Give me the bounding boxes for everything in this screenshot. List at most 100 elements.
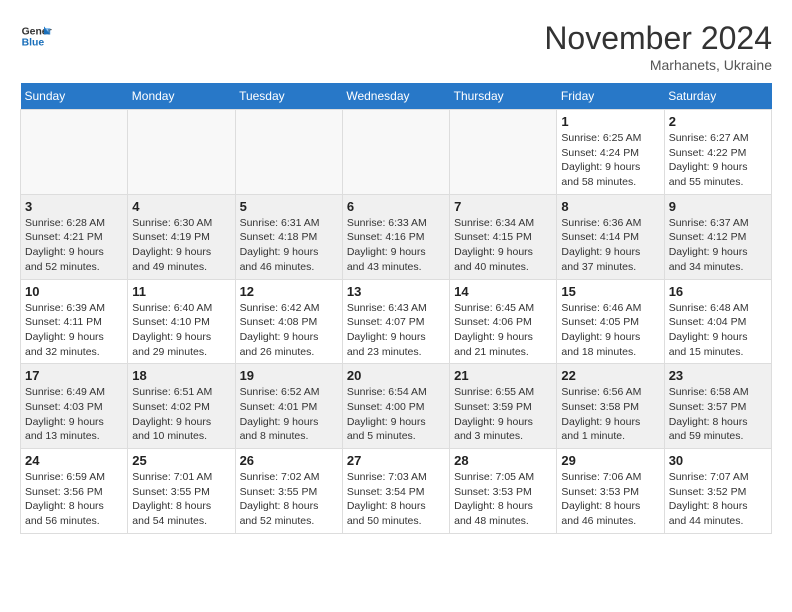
- col-header-friday: Friday: [557, 83, 664, 110]
- day-info: Sunrise: 6:45 AM Sunset: 4:06 PM Dayligh…: [454, 301, 552, 360]
- day-info: Sunrise: 6:54 AM Sunset: 4:00 PM Dayligh…: [347, 385, 445, 444]
- day-number: 23: [669, 368, 767, 383]
- day-info: Sunrise: 6:25 AM Sunset: 4:24 PM Dayligh…: [561, 131, 659, 190]
- col-header-monday: Monday: [128, 83, 235, 110]
- day-number: 5: [240, 199, 338, 214]
- day-info: Sunrise: 6:28 AM Sunset: 4:21 PM Dayligh…: [25, 216, 123, 275]
- calendar-cell: 19 Sunrise: 6:52 AM Sunset: 4:01 PM Dayli…: [235, 364, 342, 449]
- day-number: 21: [454, 368, 552, 383]
- calendar-cell: 24Sunrise: 6:59 AM Sunset: 3:56 PM Dayli…: [21, 449, 128, 534]
- day-info: Sunrise: 6:39 AM Sunset: 4:11 PM Dayligh…: [25, 301, 123, 360]
- day-info: Sunrise: 6:33 AM Sunset: 4:16 PM Dayligh…: [347, 216, 445, 275]
- day-number: 13: [347, 284, 445, 299]
- day-number: 19: [240, 368, 338, 383]
- calendar-cell: 11 Sunrise: 6:40 AM Sunset: 4:10 PM Dayli…: [128, 279, 235, 364]
- day-number: 17: [25, 368, 123, 383]
- day-info: Sunrise: 6:31 AM Sunset: 4:18 PM Dayligh…: [240, 216, 338, 275]
- day-info: Sunrise: 6:30 AM Sunset: 4:19 PM Dayligh…: [132, 216, 230, 275]
- calendar-cell: 27Sunrise: 7:03 AM Sunset: 3:54 PM Dayli…: [342, 449, 449, 534]
- calendar-cell: 13 Sunrise: 6:43 AM Sunset: 4:07 PM Dayli…: [342, 279, 449, 364]
- week-row-1: 1 Sunrise: 6:25 AM Sunset: 4:24 PM Daylig…: [21, 110, 772, 195]
- day-number: 16: [669, 284, 767, 299]
- calendar-cell: 2 Sunrise: 6:27 AM Sunset: 4:22 PM Daylig…: [664, 110, 771, 195]
- calendar-cell: 4 Sunrise: 6:30 AM Sunset: 4:19 PM Daylig…: [128, 194, 235, 279]
- calendar-cell: 21 Sunrise: 6:55 AM Sunset: 3:59 PM Dayli…: [450, 364, 557, 449]
- calendar-cell: 14 Sunrise: 6:45 AM Sunset: 4:06 PM Dayli…: [450, 279, 557, 364]
- header-row: SundayMondayTuesdayWednesdayThursdayFrid…: [21, 83, 772, 110]
- day-info: Sunrise: 6:27 AM Sunset: 4:22 PM Dayligh…: [669, 131, 767, 190]
- calendar-cell: [342, 110, 449, 195]
- day-info: Sunrise: 6:40 AM Sunset: 4:10 PM Dayligh…: [132, 301, 230, 360]
- calendar-cell: [235, 110, 342, 195]
- day-number: 10: [25, 284, 123, 299]
- day-info: Sunrise: 7:02 AM Sunset: 3:55 PM Dayligh…: [240, 470, 338, 529]
- week-row-4: 17 Sunrise: 6:49 AM Sunset: 4:03 PM Dayli…: [21, 364, 772, 449]
- day-number: 20: [347, 368, 445, 383]
- week-row-5: 24Sunrise: 6:59 AM Sunset: 3:56 PM Dayli…: [21, 449, 772, 534]
- calendar-cell: 22Sunrise: 6:56 AM Sunset: 3:58 PM Dayli…: [557, 364, 664, 449]
- day-number: 29: [561, 453, 659, 468]
- day-number: 27: [347, 453, 445, 468]
- calendar-cell: 20 Sunrise: 6:54 AM Sunset: 4:00 PM Dayli…: [342, 364, 449, 449]
- day-info: Sunrise: 6:49 AM Sunset: 4:03 PM Dayligh…: [25, 385, 123, 444]
- day-number: 26: [240, 453, 338, 468]
- calendar-cell: [128, 110, 235, 195]
- calendar-cell: 3 Sunrise: 6:28 AM Sunset: 4:21 PM Daylig…: [21, 194, 128, 279]
- day-number: 14: [454, 284, 552, 299]
- calendar-cell: 12 Sunrise: 6:42 AM Sunset: 4:08 PM Dayli…: [235, 279, 342, 364]
- day-info: Sunrise: 6:56 AM Sunset: 3:58 PM Dayligh…: [561, 385, 659, 444]
- day-number: 3: [25, 199, 123, 214]
- calendar-cell: 23 Sunrise: 6:58 AM Sunset: 3:57 PM Dayli…: [664, 364, 771, 449]
- day-number: 2: [669, 114, 767, 129]
- day-number: 15: [561, 284, 659, 299]
- calendar-cell: 8 Sunrise: 6:36 AM Sunset: 4:14 PM Daylig…: [557, 194, 664, 279]
- day-number: 8: [561, 199, 659, 214]
- calendar-cell: 5 Sunrise: 6:31 AM Sunset: 4:18 PM Daylig…: [235, 194, 342, 279]
- day-info: Sunrise: 6:36 AM Sunset: 4:14 PM Dayligh…: [561, 216, 659, 275]
- day-info: Sunrise: 7:06 AM Sunset: 3:53 PM Dayligh…: [561, 470, 659, 529]
- day-number: 30: [669, 453, 767, 468]
- day-info: Sunrise: 6:51 AM Sunset: 4:02 PM Dayligh…: [132, 385, 230, 444]
- col-header-wednesday: Wednesday: [342, 83, 449, 110]
- day-number: 25: [132, 453, 230, 468]
- calendar-cell: [21, 110, 128, 195]
- calendar-cell: 10 Sunrise: 6:39 AM Sunset: 4:11 PM Dayli…: [21, 279, 128, 364]
- day-info: Sunrise: 6:58 AM Sunset: 3:57 PM Dayligh…: [669, 385, 767, 444]
- calendar-cell: 25 Sunrise: 7:01 AM Sunset: 3:55 PM Dayli…: [128, 449, 235, 534]
- calendar-cell: 29 Sunrise: 7:06 AM Sunset: 3:53 PM Dayli…: [557, 449, 664, 534]
- day-number: 12: [240, 284, 338, 299]
- calendar-cell: 28Sunrise: 7:05 AM Sunset: 3:53 PM Dayli…: [450, 449, 557, 534]
- day-number: 9: [669, 199, 767, 214]
- day-info: Sunrise: 6:43 AM Sunset: 4:07 PM Dayligh…: [347, 301, 445, 360]
- col-header-tuesday: Tuesday: [235, 83, 342, 110]
- header: General Blue November 2024 Marhanets, Uk…: [20, 20, 772, 73]
- logo-icon: General Blue: [20, 20, 52, 52]
- day-info: Sunrise: 6:52 AM Sunset: 4:01 PM Dayligh…: [240, 385, 338, 444]
- day-info: Sunrise: 6:42 AM Sunset: 4:08 PM Dayligh…: [240, 301, 338, 360]
- calendar-cell: 17 Sunrise: 6:49 AM Sunset: 4:03 PM Dayli…: [21, 364, 128, 449]
- day-info: Sunrise: 6:46 AM Sunset: 4:05 PM Dayligh…: [561, 301, 659, 360]
- day-number: 11: [132, 284, 230, 299]
- day-number: 1: [561, 114, 659, 129]
- day-info: Sunrise: 7:01 AM Sunset: 3:55 PM Dayligh…: [132, 470, 230, 529]
- calendar-cell: [450, 110, 557, 195]
- day-number: 6: [347, 199, 445, 214]
- col-header-thursday: Thursday: [450, 83, 557, 110]
- day-number: 24: [25, 453, 123, 468]
- week-row-2: 3 Sunrise: 6:28 AM Sunset: 4:21 PM Daylig…: [21, 194, 772, 279]
- day-number: 4: [132, 199, 230, 214]
- col-header-saturday: Saturday: [664, 83, 771, 110]
- day-info: Sunrise: 6:48 AM Sunset: 4:04 PM Dayligh…: [669, 301, 767, 360]
- calendar-cell: 30 Sunrise: 7:07 AM Sunset: 3:52 PM Dayli…: [664, 449, 771, 534]
- col-header-sunday: Sunday: [21, 83, 128, 110]
- calendar-cell: 9Sunrise: 6:37 AM Sunset: 4:12 PM Daylig…: [664, 194, 771, 279]
- day-info: Sunrise: 6:55 AM Sunset: 3:59 PM Dayligh…: [454, 385, 552, 444]
- day-info: Sunrise: 7:05 AM Sunset: 3:53 PM Dayligh…: [454, 470, 552, 529]
- calendar-cell: 26 Sunrise: 7:02 AM Sunset: 3:55 PM Dayli…: [235, 449, 342, 534]
- calendar-cell: 1 Sunrise: 6:25 AM Sunset: 4:24 PM Daylig…: [557, 110, 664, 195]
- logo: General Blue: [20, 20, 52, 52]
- svg-text:Blue: Blue: [22, 38, 45, 49]
- location: Marhanets, Ukraine: [544, 57, 772, 73]
- month-title: November 2024: [544, 20, 772, 57]
- day-info: Sunrise: 7:07 AM Sunset: 3:52 PM Dayligh…: [669, 470, 767, 529]
